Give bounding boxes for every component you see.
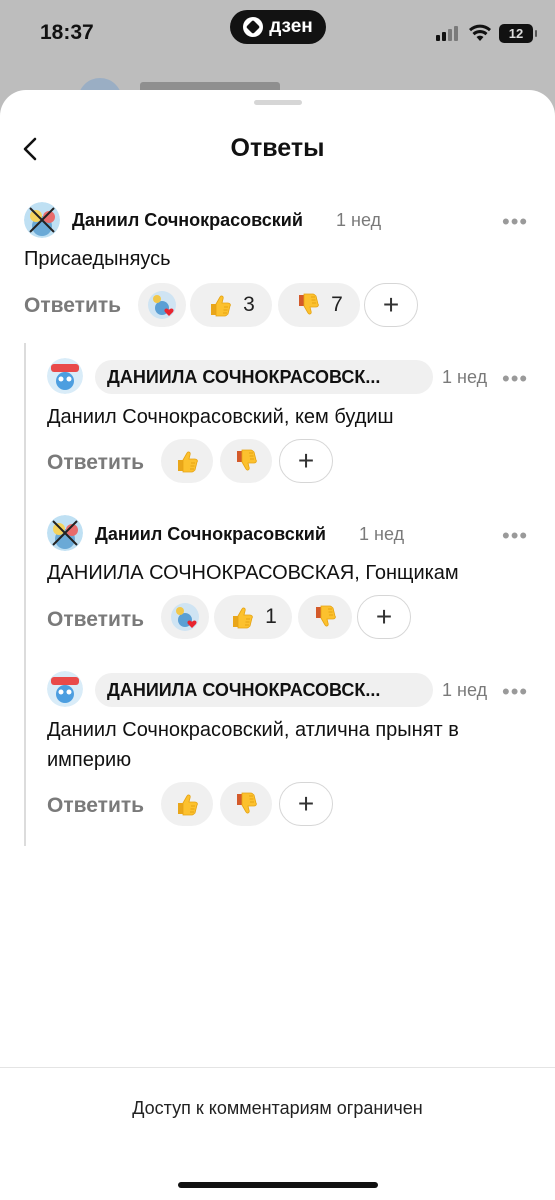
more-dots-icon[interactable]: ••• [502,368,528,390]
dislike-button[interactable]: 7 [278,283,360,327]
like-button[interactable] [161,439,213,483]
dislike-button[interactable] [220,782,272,826]
add-reaction-button[interactable]: + [364,283,418,327]
comment-author[interactable]: Даниил Сочнокрасовский [95,524,326,545]
thumbs-up-icon [232,607,253,629]
status-time: 18:37 [40,21,94,44]
comment-text: ДАНИИЛА СОЧНОКРАСОВСКАЯ, Гонщикам [47,562,459,584]
avatar[interactable] [47,358,83,394]
home-indicator[interactable] [178,1182,378,1188]
avatar[interactable] [24,202,60,238]
replies-sheet: Ответы Даниил Сочнокрасовский 1 нед ••• … [0,90,555,1200]
like-count: 3 [243,293,255,316]
comment-time: 1 нед [442,680,488,700]
battery-icon: 12 [499,24,537,43]
thumbs-up-icon [210,295,231,317]
add-reaction-button[interactable]: + [279,782,333,826]
dislike-button[interactable] [220,439,272,483]
sheet-grabber[interactable] [254,100,302,105]
comment-author[interactable]: ДАНИИЛА СОЧНОКРАСОВСК... [95,360,433,394]
reaction-avatar-chip[interactable] [138,283,186,327]
add-reaction-button[interactable]: + [279,439,333,483]
dislike-button[interactable] [298,595,352,639]
footer-divider [0,1067,555,1068]
comment-time: 1 нед [442,367,488,387]
thumbs-down-icon [315,605,336,627]
plus-icon: + [375,601,393,632]
more-dots-icon[interactable]: ••• [502,525,528,547]
battery-level: 12 [508,26,524,41]
comment-time: 1 нед [359,524,405,544]
comments-restricted-notice: Доступ к комментариям ограничен [132,1098,423,1118]
dislike-count: 7 [331,293,343,316]
comment-author[interactable]: Даниил Сочнокрасовский [72,210,303,231]
comment-author[interactable]: ДАНИИЛА СОЧНОКРАСОВСК... [95,673,433,707]
status-bar: 18:37 дзен 12 [0,0,555,64]
more-dots-icon[interactable]: ••• [502,681,528,703]
like-button[interactable]: 3 [190,283,272,327]
comment-text: Даниил Сочнокрасовский, атлична прынят в… [47,719,459,771]
reply-button[interactable]: Ответить [24,294,121,318]
page-title: Ответы [230,134,325,162]
plus-icon: + [382,289,400,320]
cellular-signal-icon [436,26,458,41]
thumbs-down-icon [236,449,257,471]
reply-button[interactable]: Ответить [47,794,144,818]
like-button[interactable] [161,782,213,826]
like-button[interactable]: 1 [214,595,292,639]
reply-button[interactable]: Ответить [47,608,144,632]
wifi-icon [469,24,491,41]
avatar[interactable] [47,671,83,707]
reply-button[interactable]: Ответить [47,451,144,475]
plus-icon: + [297,788,315,819]
reaction-avatar-chip[interactable] [161,595,209,639]
add-reaction-button[interactable]: + [357,595,411,639]
dzen-app-badge[interactable]: дзен [230,10,326,44]
comment-text: Присаедыняусь [24,248,171,270]
dzen-badge-label: дзен [269,16,313,37]
dzen-logo-icon [243,17,264,37]
plus-icon: + [297,445,315,476]
heart-reaction-icon [171,603,199,631]
thumbs-up-icon [177,794,198,816]
like-count: 1 [265,605,277,628]
thumbs-up-icon [177,451,198,473]
more-dots-icon[interactable]: ••• [502,211,528,233]
heart-reaction-icon [148,291,176,319]
comment-text: Даниил Сочнокрасовский, кем будиш [47,406,394,428]
thumbs-down-icon [298,293,319,315]
avatar[interactable] [47,515,83,551]
comment-time: 1 нед [336,210,382,230]
thumbs-down-icon [236,792,257,814]
thread-line [24,343,26,846]
